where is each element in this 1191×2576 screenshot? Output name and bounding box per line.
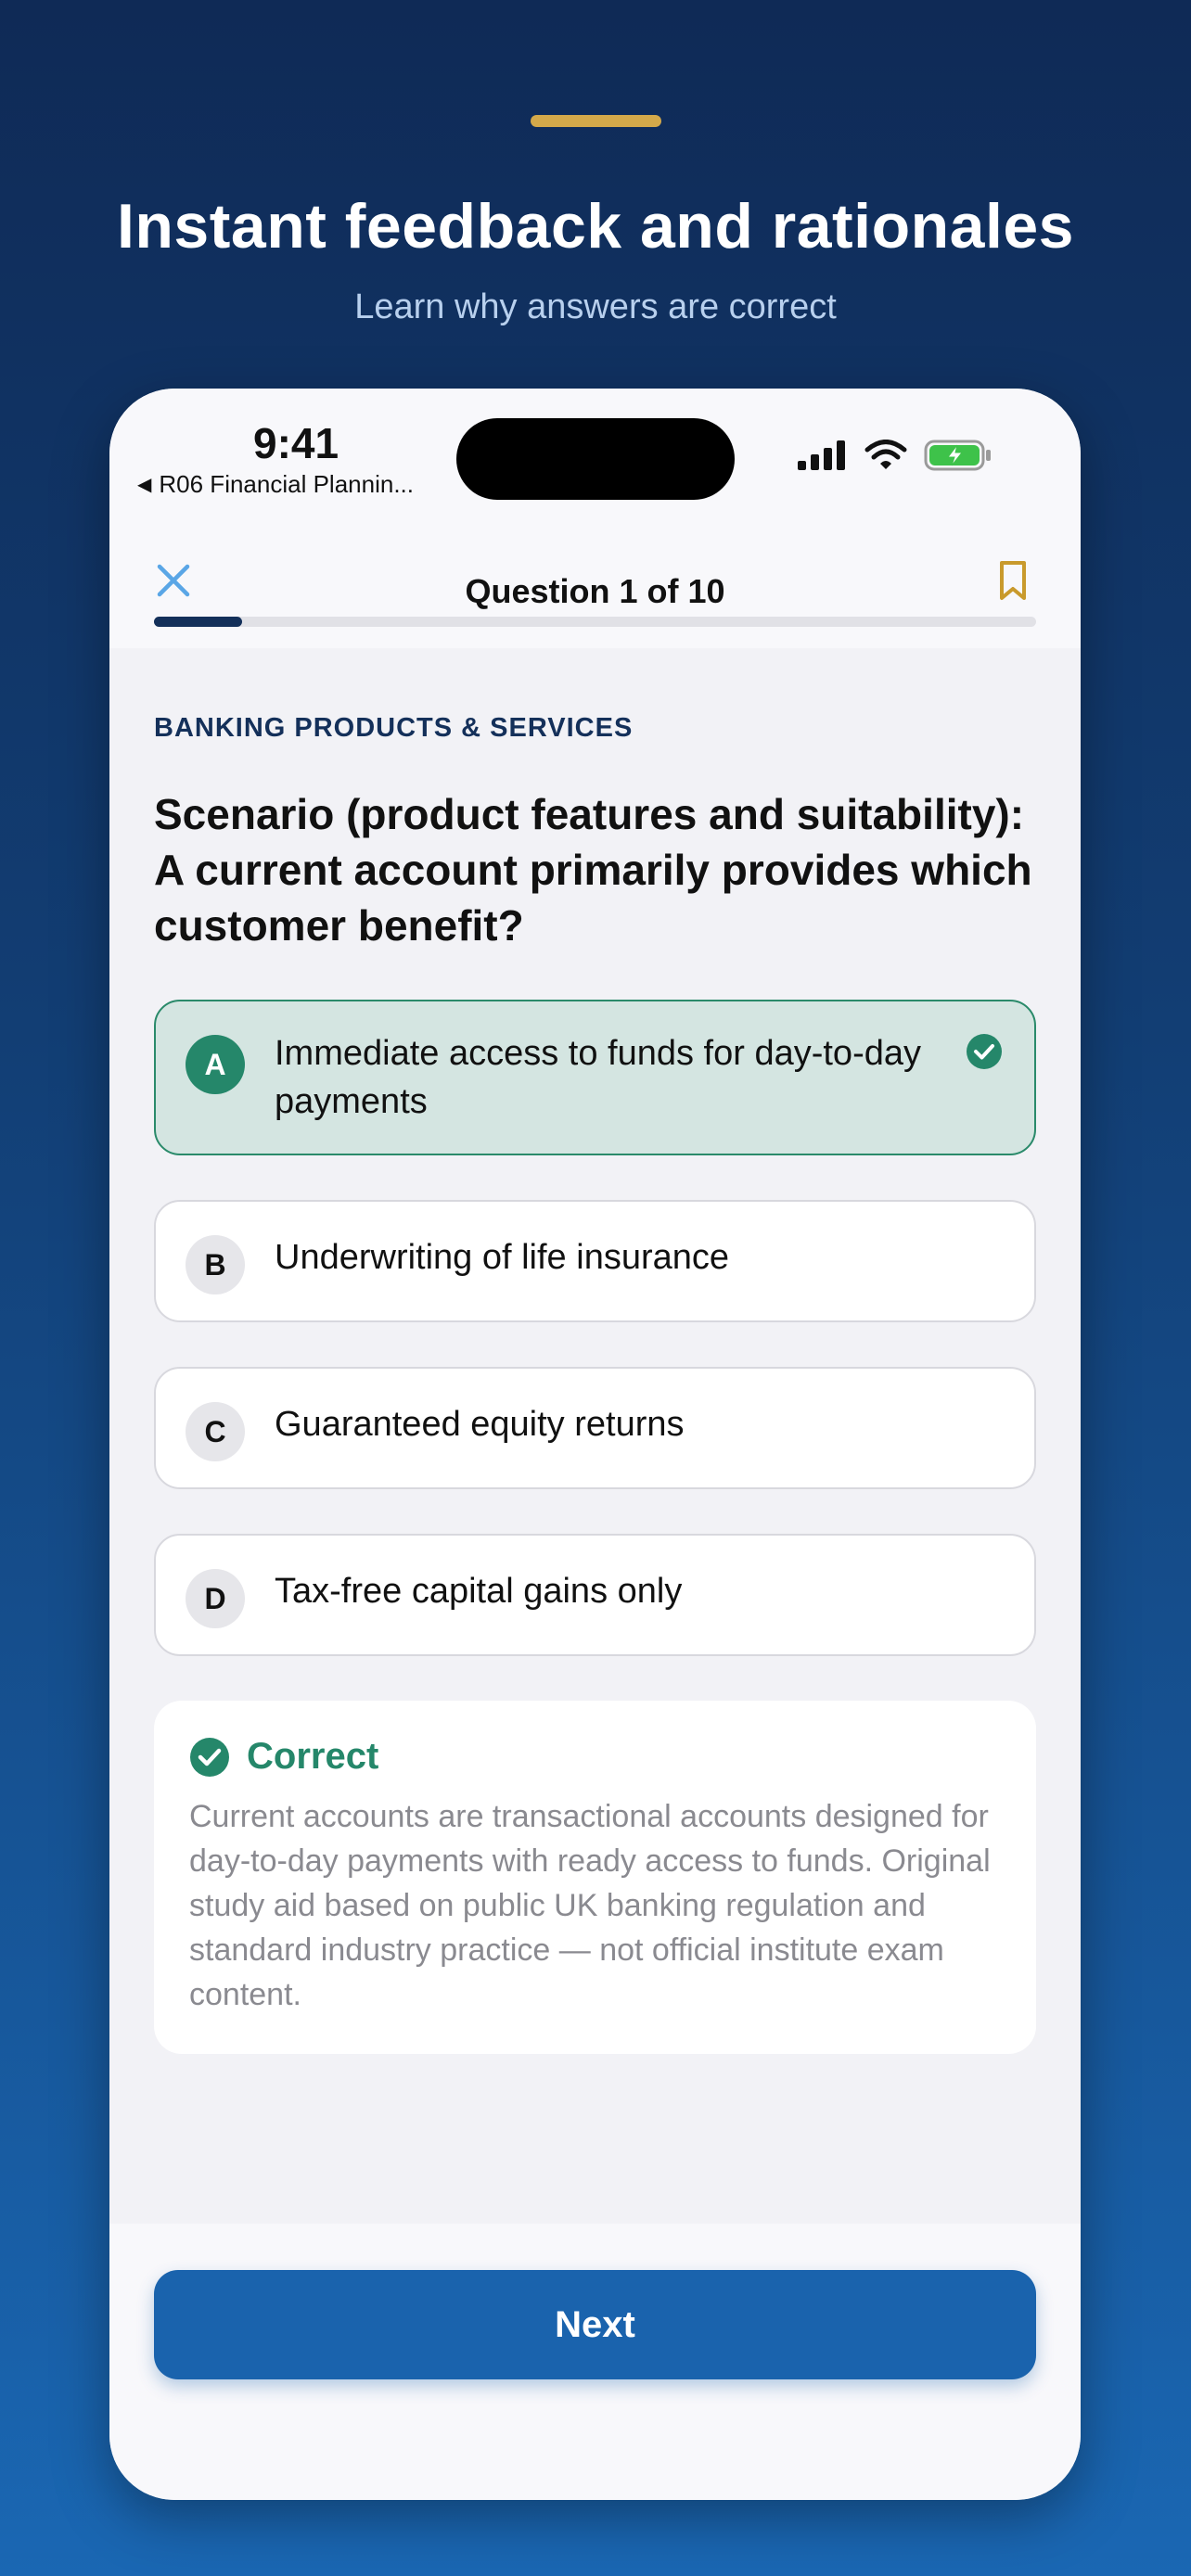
question-content: BANKING PRODUCTS & SERVICES Scenario (pr… <box>154 695 1036 2054</box>
battery-charging-icon <box>924 440 991 471</box>
option-letter: D <box>186 1569 245 1628</box>
back-app-label: R06 Financial Plannin... <box>159 470 414 498</box>
check-circle-icon <box>190 1737 229 1777</box>
cellular-signal-icon <box>798 440 845 470</box>
option-text: Tax-free capital gains only <box>275 1572 683 1611</box>
answer-option-b[interactable]: B Underwriting of life insurance <box>154 1200 1036 1322</box>
dynamic-island <box>456 418 735 500</box>
bookmark-icon <box>1000 561 1026 600</box>
feedback-title: Correct <box>247 1736 379 1777</box>
nav-bar: Question 1 of 10 <box>109 537 1081 648</box>
question-category: BANKING PRODUCTS & SERVICES <box>154 713 634 743</box>
wifi-icon <box>864 440 907 469</box>
option-text: Underwriting of life insurance <box>275 1238 730 1277</box>
bookmark-button[interactable] <box>990 555 1036 606</box>
option-letter: A <box>186 1035 245 1094</box>
footer-bar: Next <box>109 2224 1081 2500</box>
option-text: Immediate access to funds for day-to-day… <box>275 1034 921 1121</box>
progress-fill <box>154 617 243 627</box>
phone-frame: 9:41 ◀ R06 Financial Plannin... Question… <box>109 389 1081 2500</box>
progress-bar <box>154 617 1036 627</box>
status-time: 9:41 <box>253 419 339 467</box>
back-triangle-icon: ◀ <box>137 475 152 495</box>
question-text: Scenario (product features and suitabili… <box>154 790 1032 950</box>
answer-option-c[interactable]: C Guaranteed equity returns <box>154 1367 1036 1489</box>
feedback-rationale: Current accounts are transactional accou… <box>189 1799 991 2012</box>
back-to-app-link[interactable]: ◀ R06 Financial Plannin... <box>137 470 414 499</box>
answer-options: A Immediate access to funds for day-to-d… <box>154 1000 1036 1656</box>
status-icons <box>798 440 992 471</box>
correct-check-icon <box>966 1033 1003 1075</box>
status-bar: 9:41 ◀ R06 Financial Plannin... <box>109 389 1081 537</box>
question-counter: Question 1 of 10 <box>465 572 725 610</box>
accent-bar <box>531 115 661 127</box>
feedback-card: Correct Current accounts are transaction… <box>154 1701 1036 2054</box>
option-letter: C <box>186 1402 245 1461</box>
option-letter: B <box>186 1235 245 1294</box>
next-button[interactable]: Next <box>154 2270 1036 2379</box>
feedback-header: Correct <box>189 1736 1001 1778</box>
option-text: Guaranteed equity returns <box>275 1405 685 1444</box>
hero-subtitle: Learn why answers are correct <box>354 287 837 326</box>
hero-title: Instant feedback and rationales <box>116 191 1074 261</box>
answer-option-d[interactable]: D Tax-free capital gains only <box>154 1534 1036 1656</box>
answer-option-a[interactable]: A Immediate access to funds for day-to-d… <box>154 1000 1036 1155</box>
